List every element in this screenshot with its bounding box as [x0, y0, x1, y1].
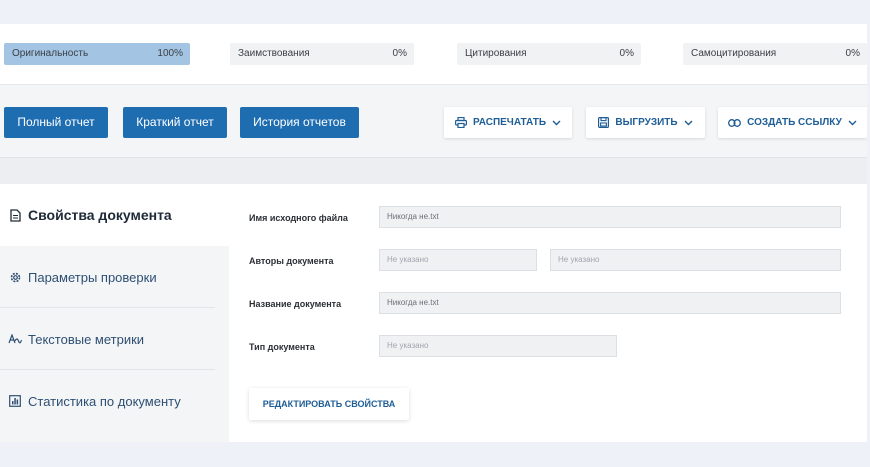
- type-label: Тип документа: [249, 342, 315, 352]
- sidebar-item-text-metrics[interactable]: Текстовые метрики: [0, 308, 229, 370]
- source-file-label: Имя исходного файла: [249, 213, 348, 223]
- sidebar-item-label: Текстовые метрики: [28, 331, 145, 347]
- metric-label: Оригинальность: [12, 48, 89, 59]
- export-label: ВЫГРУЗИТЬ: [615, 117, 678, 128]
- link-icon: [728, 118, 742, 127]
- type-field[interactable]: Не указано: [379, 335, 617, 357]
- metric-label: Цитирования: [465, 48, 527, 59]
- metric-value: 0%: [845, 48, 860, 59]
- source-file-field[interactable]: Никогда не.txt: [379, 206, 841, 228]
- metric-value: 0%: [392, 48, 407, 59]
- metric-self-citation: Самоцитирования 0%: [683, 43, 867, 65]
- metric-borrowing: Заимствования 0%: [230, 43, 414, 65]
- metric-value: 100%: [157, 48, 183, 59]
- create-link-label: СОЗДАТЬ ССЫЛКУ: [747, 117, 842, 128]
- authors-label: Авторы документа: [249, 256, 334, 266]
- sidebar-item-label: Статистика по документу: [28, 393, 181, 409]
- document-icon: [0, 208, 28, 222]
- export-button[interactable]: ВЫГРУЗИТЬ: [586, 107, 705, 138]
- printer-icon: [454, 117, 467, 128]
- sidebar: Свойства документа Параметры проверки Те…: [0, 184, 229, 442]
- metric-label: Заимствования: [238, 48, 310, 59]
- section-divider: [0, 158, 867, 184]
- top-strip: [0, 0, 870, 24]
- edit-properties-button[interactable]: РЕДАКТИРОВАТЬ СВОЙСТВА: [249, 388, 409, 420]
- short-report-button[interactable]: Краткий отчет: [123, 107, 227, 138]
- metric-originality: Оригинальность 100%: [4, 43, 190, 65]
- title-field[interactable]: Никогда не.txt: [379, 292, 841, 314]
- author-field-2[interactable]: Не указано: [550, 249, 841, 271]
- create-link-button[interactable]: СОЗДАТЬ ССЫЛКУ: [718, 107, 867, 138]
- report-history-button[interactable]: История отчетов: [240, 107, 359, 138]
- metric-citation: Цитирования 0%: [457, 43, 641, 65]
- chevron-down-icon: [684, 120, 693, 126]
- full-report-button[interactable]: Полный отчет: [4, 107, 108, 138]
- sidebar-item-label: Параметры проверки: [28, 269, 157, 285]
- sidebar-item-check-parameters[interactable]: Параметры проверки: [0, 246, 229, 308]
- author-field-1[interactable]: Не указано: [379, 249, 537, 271]
- bar-chart-icon: [0, 395, 28, 407]
- metric-value: 0%: [619, 48, 634, 59]
- chevron-down-icon: [552, 120, 561, 126]
- save-icon: [598, 117, 610, 128]
- title-label: Название документа: [249, 299, 342, 309]
- gear-icon: [0, 271, 28, 284]
- metrics-bar: Оригинальность 100% Заимствования 0% Цит…: [0, 24, 867, 84]
- print-label: РАСПЕЧАТАТЬ: [472, 117, 547, 128]
- print-button[interactable]: РАСПЕЧАТАТЬ: [444, 107, 572, 138]
- metric-label: Самоцитирования: [691, 48, 777, 59]
- sidebar-item-document-statistics[interactable]: Статистика по документу: [0, 370, 229, 432]
- text-metrics-icon: [0, 333, 28, 345]
- sidebar-item-document-properties[interactable]: Свойства документа: [0, 184, 229, 246]
- chevron-down-icon: [848, 120, 857, 126]
- sidebar-item-label: Свойства документа: [28, 207, 172, 223]
- document-properties-panel: Имя исходного файла Никогда не.txt Автор…: [229, 184, 867, 442]
- report-toolbar: Полный отчет Краткий отчет История отчет…: [0, 84, 867, 158]
